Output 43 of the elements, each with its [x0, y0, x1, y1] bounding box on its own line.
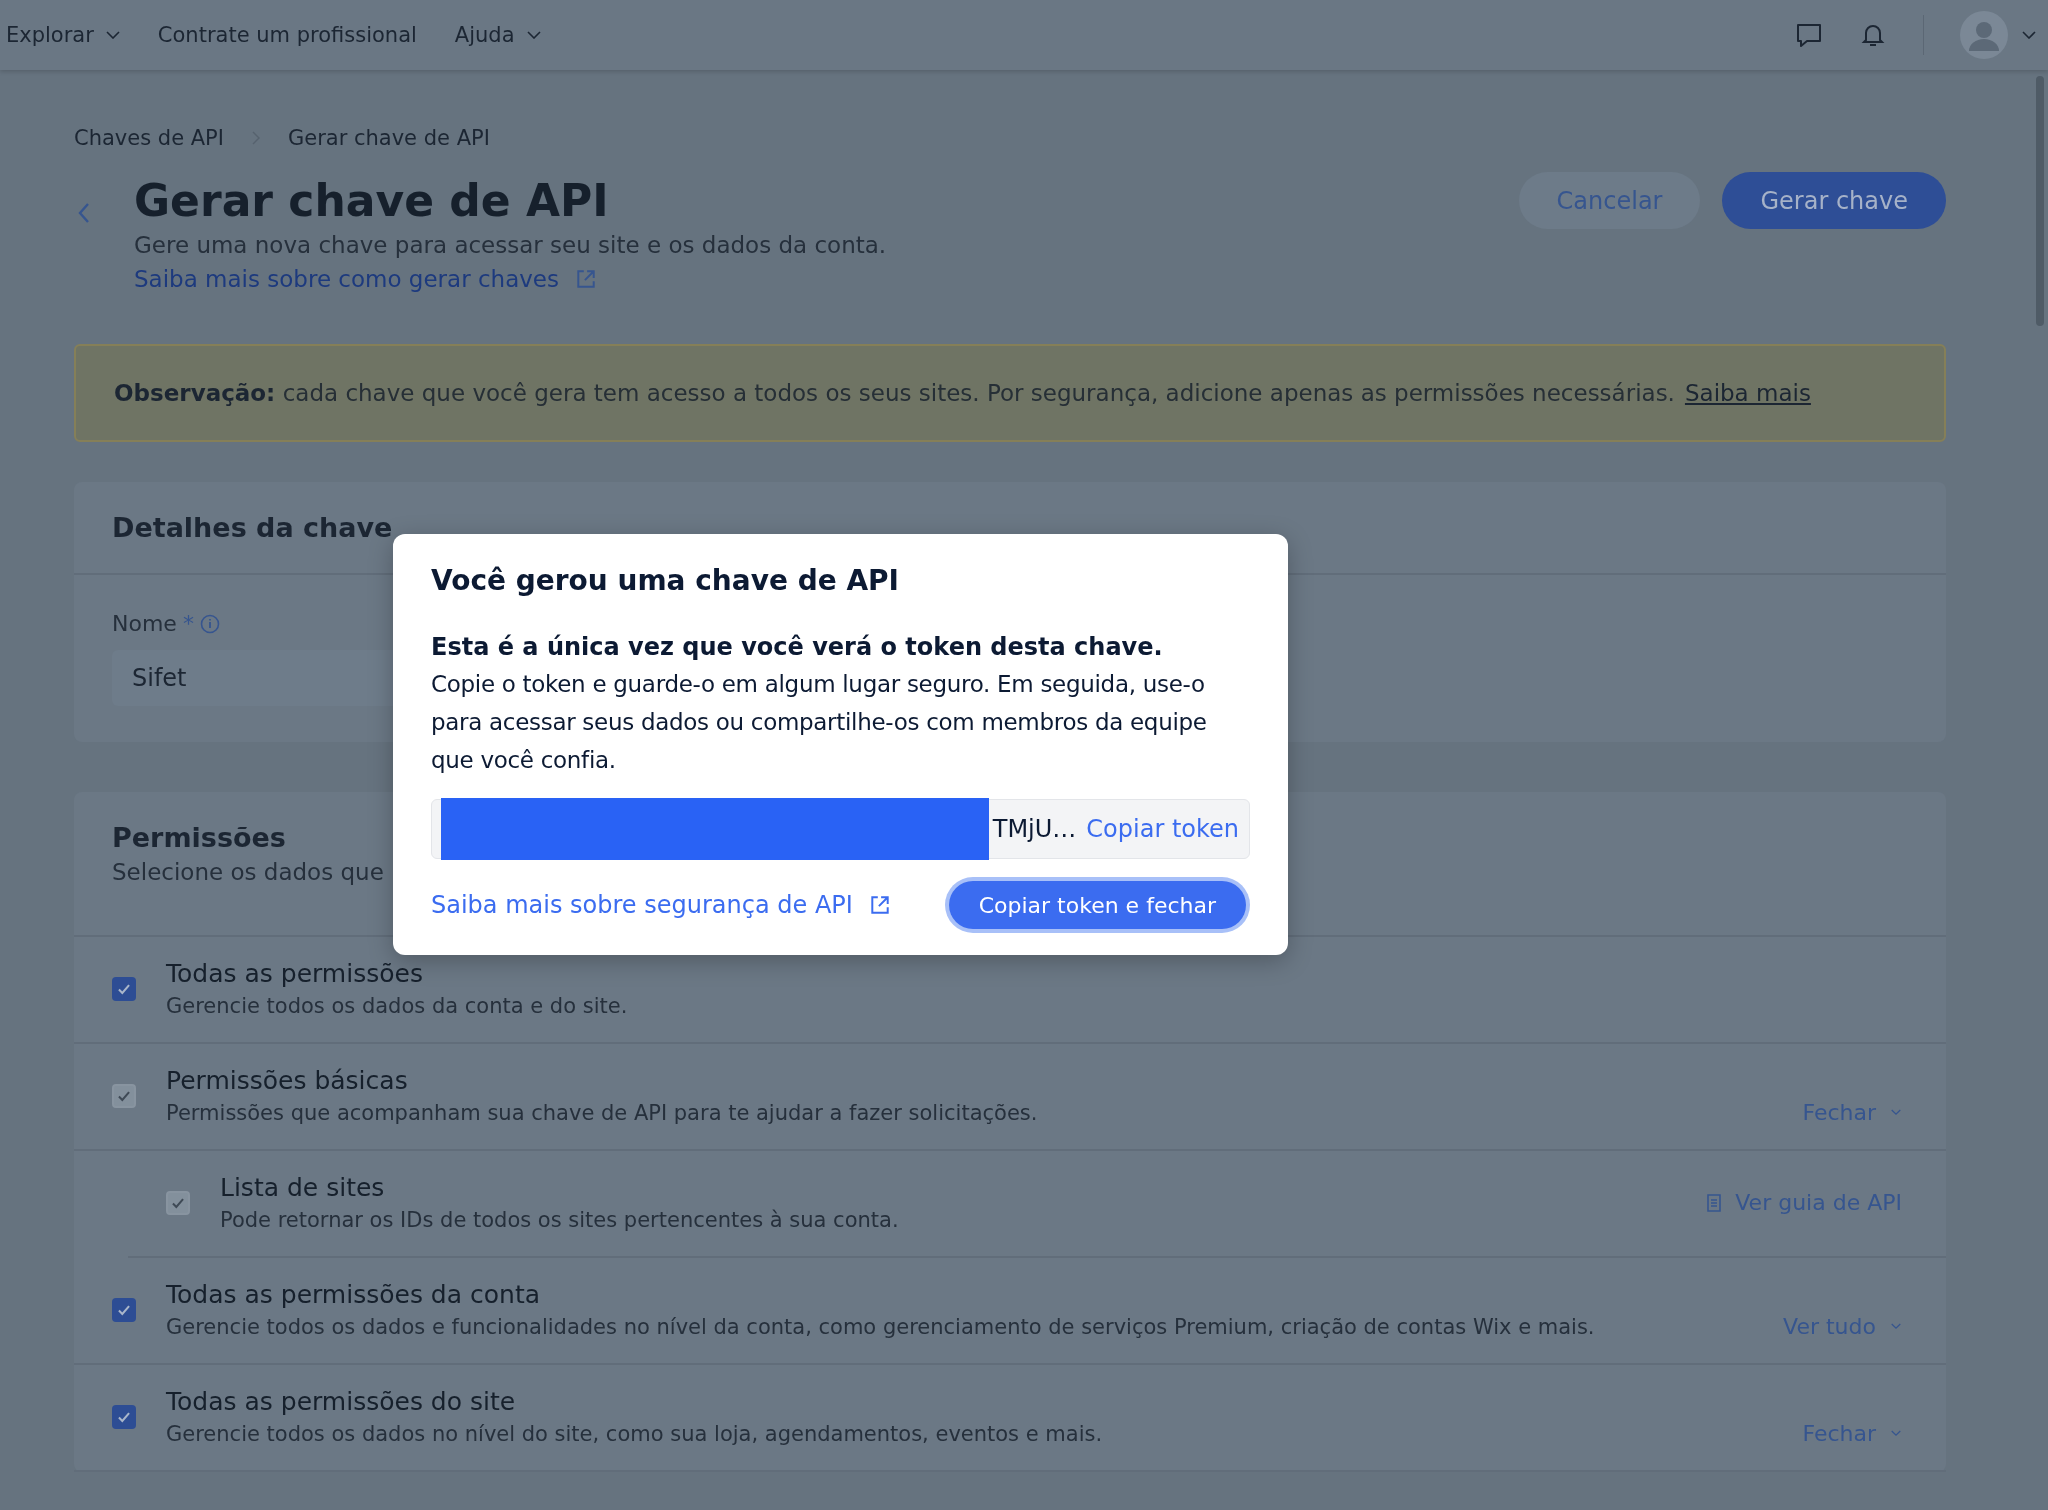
breadcrumb-link[interactable]: Gerar chave de API: [287, 126, 490, 150]
menu-item[interactable]: Ajuda: [454, 23, 541, 47]
security-link[interactable]: Saiba mais sobre segurança de API: [431, 891, 891, 919]
generate-key-button[interactable]: Gerar chave: [1722, 172, 1946, 229]
permission-description: Gerencie todos os dados e funcionalidades no nível da conta, como gerenciamento de serviços Premium, criação de contas Wix e mais.: [166, 1315, 1596, 1339]
page-subtitle: Gere uma nova chave para acessar seu site e os dados da conta.: [134, 232, 888, 258]
section-title: Permissões: [112, 822, 286, 853]
external-link-icon: [868, 894, 891, 916]
caret-icon[interactable]: [2022, 31, 2036, 39]
learn-more-link[interactable]: Saiba mais: [1684, 380, 1811, 406]
permission-description: Gerencie todos os dados da conta e do site.: [166, 994, 629, 1018]
field-label: Nome: [112, 611, 177, 636]
permission-description: Permissões que acompanham sua chave de API para te ajudar a fazer solicitações.: [166, 1101, 1039, 1125]
caret-icon: [105, 31, 120, 39]
permission-title: Lista de sites: [220, 1173, 386, 1202]
checkbox[interactable]: [112, 976, 136, 1001]
token-field[interactable]: TMjU… Copiar token: [431, 799, 1250, 859]
permission-title: Permissões básicas: [166, 1066, 409, 1095]
caret-icon: [1890, 1323, 1902, 1330]
caret-icon: [1890, 1109, 1902, 1116]
help-link[interactable]: Saiba mais sobre como gerar chaves: [134, 266, 597, 292]
caret-icon: [526, 31, 541, 39]
cancel-button[interactable]: Cancelar: [1518, 172, 1701, 229]
document-icon: [1707, 1193, 1722, 1212]
permission-description: Pode retornar os IDs de todos os sites pertencentes à sua conta.: [220, 1208, 900, 1232]
caret-icon: [1890, 1430, 1902, 1437]
permission-title: Todas as permissões do site: [166, 1387, 517, 1416]
copy-token-link[interactable]: Copiar token: [1086, 815, 1239, 843]
scrollbar-thumb[interactable]: [2036, 76, 2044, 326]
chat-icon[interactable]: [1795, 21, 1823, 49]
permission-title: Todas as permissões da conta: [166, 1280, 541, 1309]
note-text: Observação: cada chave que você gera tem acesso a todos os seus sites. Por segurança, adicione apenas as permissões necessárias.: [114, 380, 1675, 406]
required-mark: *: [182, 611, 194, 636]
permission-description: Gerencie todos os dados no nível do site, como sua loja, agendamentos, eventos e mais.: [166, 1422, 1104, 1446]
permission-title: Todas as permissões: [166, 959, 424, 988]
menu-item[interactable]: Explorar: [6, 23, 120, 47]
checkbox[interactable]: [112, 1404, 136, 1429]
breadcrumb-link[interactable]: Chaves de API: [74, 126, 224, 150]
menu-item[interactable]: Contrate um profissional: [157, 23, 417, 47]
page-title: Gerar chave de API: [134, 174, 610, 228]
section-subtitle: Selecione os dados que: [112, 859, 384, 885]
external-link-icon: [575, 268, 597, 290]
checkbox[interactable]: [112, 1297, 136, 1322]
